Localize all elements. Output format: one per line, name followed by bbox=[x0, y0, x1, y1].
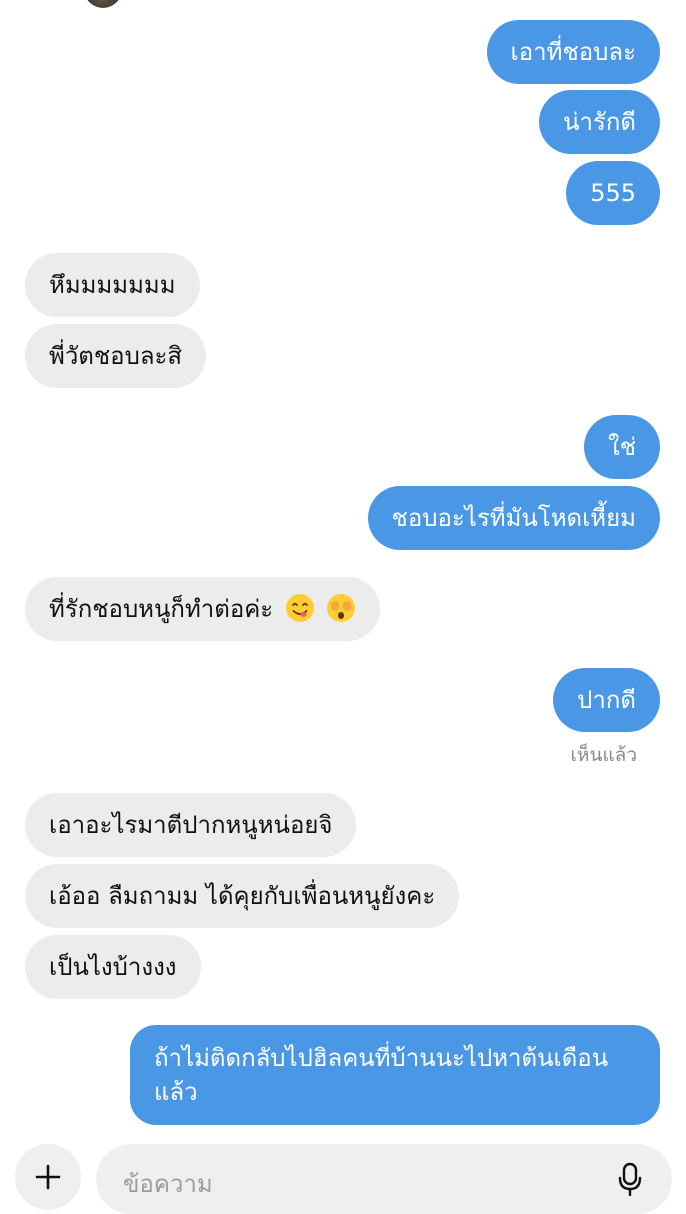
message-received[interactable]: เอ้ออ ลืมถามม ได้คุยกับเพื่อนหนูยังคะ bbox=[25, 864, 460, 928]
message-sent[interactable]: ปากดี bbox=[553, 668, 660, 732]
message-sent[interactable]: ชอบอะไรที่มันโหดเหี้ยม bbox=[367, 486, 660, 550]
contact-avatar[interactable] bbox=[84, 0, 122, 8]
plus-icon bbox=[35, 1164, 61, 1190]
message-text: เอาอะไรมาตีปากหนูหน่อยจิ bbox=[49, 811, 333, 839]
message-received[interactable]: เอาอะไรมาตีปากหนูหน่อยจิ bbox=[25, 793, 357, 857]
message-text: ชอบอะไรที่มันโหดเหี้ยม bbox=[391, 504, 636, 532]
message-sent[interactable]: ถ้าไม่ติดกลับไปฮิลคนที่บ้านนะไปหาต้นเดือ… bbox=[130, 1025, 660, 1125]
message-received[interactable]: ที่รักชอบหนูก็ทำต่อค่ะ bbox=[25, 577, 381, 641]
message-sent[interactable]: เอาที่ชอบละ bbox=[486, 20, 660, 84]
yum-face-emoji bbox=[285, 594, 314, 622]
add-attachment-button[interactable] bbox=[15, 1144, 81, 1210]
message-text: ปากดี bbox=[577, 686, 636, 714]
message-received[interactable]: เป็นไงบ้างงง bbox=[25, 935, 201, 999]
message-input-placeholder: ข้อความ bbox=[123, 1170, 213, 1198]
message-text: เอาที่ชอบละ bbox=[510, 38, 636, 66]
message-text: 555 bbox=[590, 179, 636, 207]
message-text: พี่วัตชอบละสิ bbox=[49, 342, 183, 370]
message-received[interactable]: หึมมมมมมม bbox=[25, 253, 200, 317]
message-text: เป็นไงบ้างงง bbox=[49, 953, 177, 981]
message-text: หึมมมมมมม bbox=[49, 271, 176, 299]
message-text: ที่รักชอบหนูก็ทำต่อค่ะ bbox=[49, 595, 274, 623]
microphone-icon[interactable] bbox=[616, 1162, 644, 1196]
message-composer: ข้อความ bbox=[0, 1140, 686, 1214]
message-text: ถ้าไม่ติดกลับไปฮิลคนที่บ้านนะไปหาต้นเดือ… bbox=[154, 1044, 609, 1106]
read-receipt: เห็นแล้ว bbox=[570, 744, 637, 766]
message-sent[interactable]: 555 bbox=[566, 161, 660, 225]
face-with-hand-over-eyes-emoji bbox=[327, 594, 356, 622]
message-text: น่ารักดี bbox=[563, 108, 636, 136]
message-text: เอ้ออ ลืมถามม ได้คุยกับเพื่อนหนูยังคะ bbox=[49, 882, 436, 910]
message-input[interactable]: ข้อความ bbox=[96, 1144, 672, 1214]
message-text: ใช่ bbox=[607, 433, 636, 461]
message-sent[interactable]: น่ารักดี bbox=[539, 90, 660, 154]
message-sent[interactable]: ใช่ bbox=[583, 415, 660, 479]
message-received[interactable]: พี่วัตชอบละสิ bbox=[25, 324, 207, 388]
